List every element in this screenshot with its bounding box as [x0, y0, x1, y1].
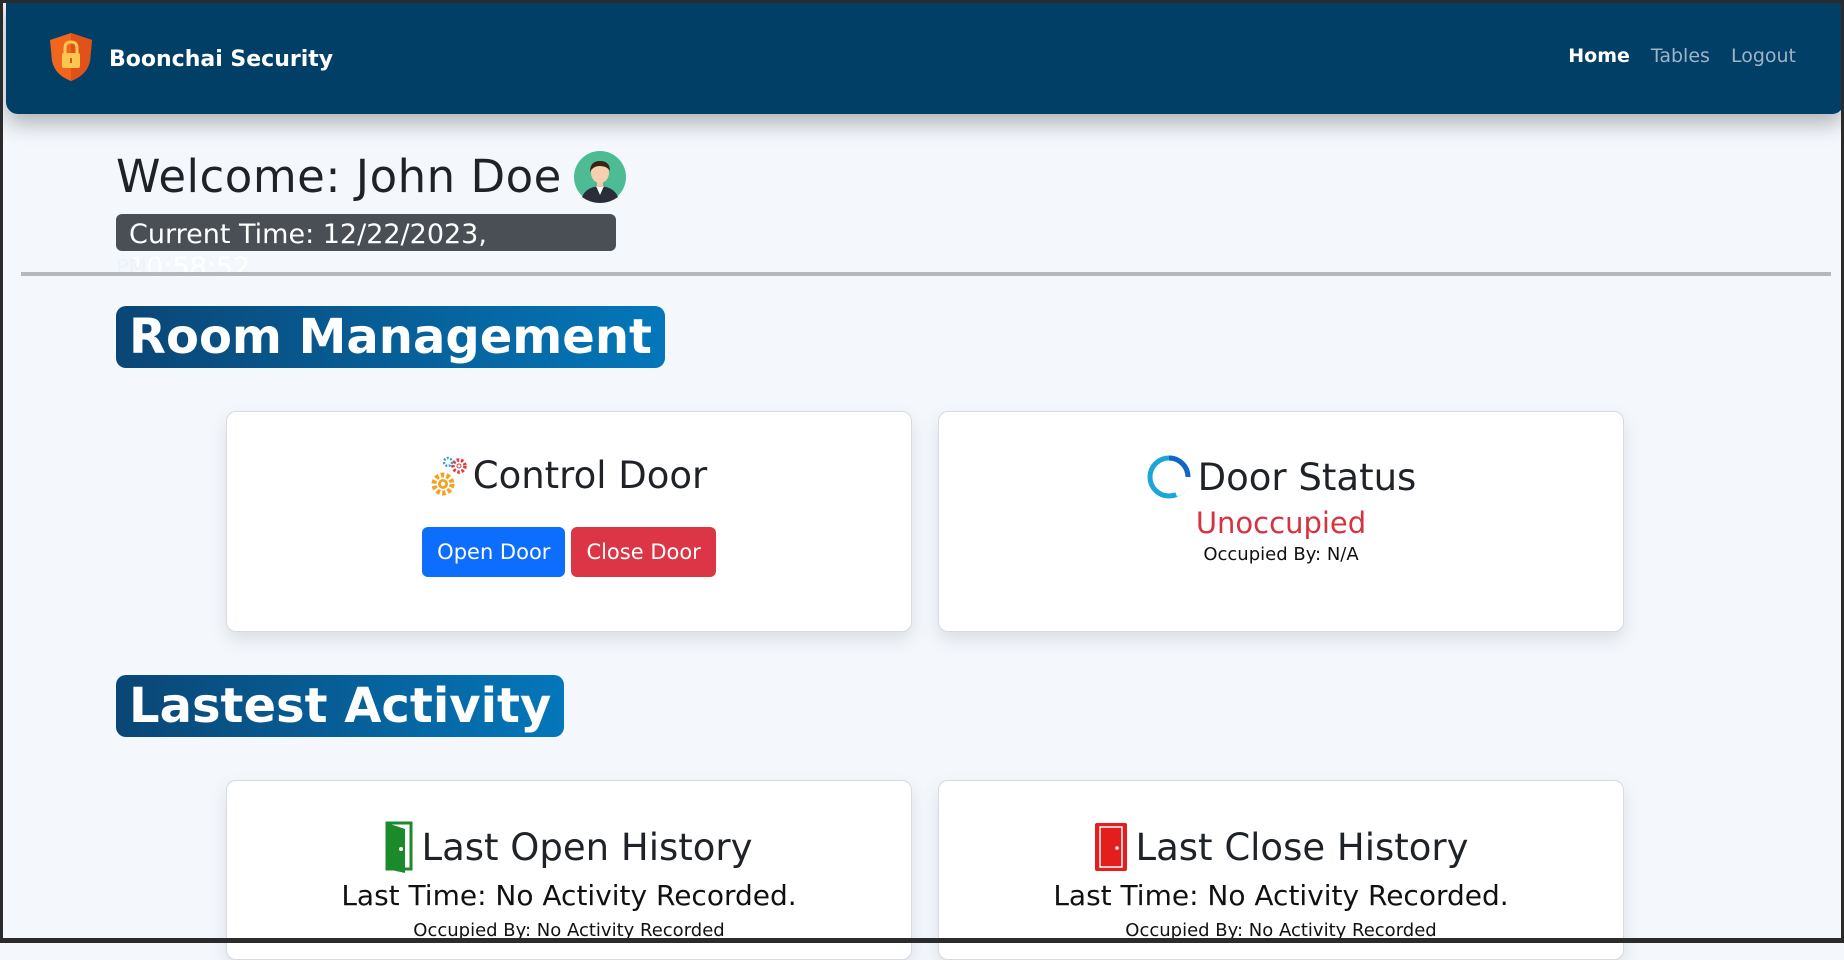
welcome-header: Welcome: John Doe [116, 150, 626, 203]
control-door-header: Control Door [227, 454, 911, 497]
last-open-history-title: Last Open History [421, 825, 753, 869]
user-avatar-icon [573, 150, 626, 203]
last-open-time: Last Time: No Activity Recorded. [341, 879, 797, 912]
closed-door-icon [1093, 821, 1129, 873]
loading-ring-icon [1146, 454, 1192, 500]
brand-label: Boonchai Security [109, 46, 334, 72]
gears-icon [431, 456, 467, 496]
control-door-title: Control Door [472, 454, 708, 497]
nav-link-home[interactable]: Home [1568, 45, 1630, 67]
divider [21, 272, 1831, 276]
last-close-occupied-by: Occupied By: No Activity Recorded [1125, 920, 1437, 941]
door-status-header: Door Status [939, 454, 1623, 500]
control-door-card: Control Door Open Door Close Door [226, 411, 912, 632]
door-status-value: Unoccupied [1195, 506, 1367, 540]
last-close-time: Last Time: No Activity Recorded. [1053, 879, 1509, 912]
nav-links: Home Tables Logout [1568, 45, 1796, 67]
close-door-button[interactable]: Close Door [571, 527, 716, 577]
current-time-badge: Current Time: 12/22/2023, 10:58:52 [116, 214, 616, 283]
open-door-button[interactable]: Open Door [422, 527, 566, 577]
last-close-history-card: Last Close History Last Time: No Activit… [938, 780, 1624, 960]
room-management-title: Room Management [116, 306, 665, 368]
brand[interactable]: Boonchai Security [47, 31, 333, 87]
latest-activity-title: Lastest Activity [116, 675, 565, 737]
nav-link-logout[interactable]: Logout [1731, 45, 1796, 67]
door-occupied-by: Occupied By: N/A [1203, 544, 1359, 565]
navbar: Boonchai Security Home Tables Logout [6, 0, 1844, 114]
nav-link-tables[interactable]: Tables [1651, 45, 1710, 67]
door-status-card: Door Status Unoccupied Occupied By: N/A [938, 411, 1624, 632]
door-status-title: Door Status [1197, 455, 1417, 499]
last-open-occupied-by: Occupied By: No Activity Recorded [413, 920, 725, 941]
welcome-text: Welcome: John Doe [116, 150, 562, 203]
shield-lock-icon [47, 31, 95, 87]
open-door-icon [385, 821, 415, 873]
last-open-history-header: Last Open History [227, 821, 911, 873]
last-close-history-title: Last Close History [1135, 825, 1469, 869]
last-close-history-header: Last Close History [939, 821, 1623, 873]
door-control-buttons: Open Door Close Door [227, 527, 911, 577]
last-open-history-card: Last Open History Last Time: No Activity… [226, 780, 912, 960]
